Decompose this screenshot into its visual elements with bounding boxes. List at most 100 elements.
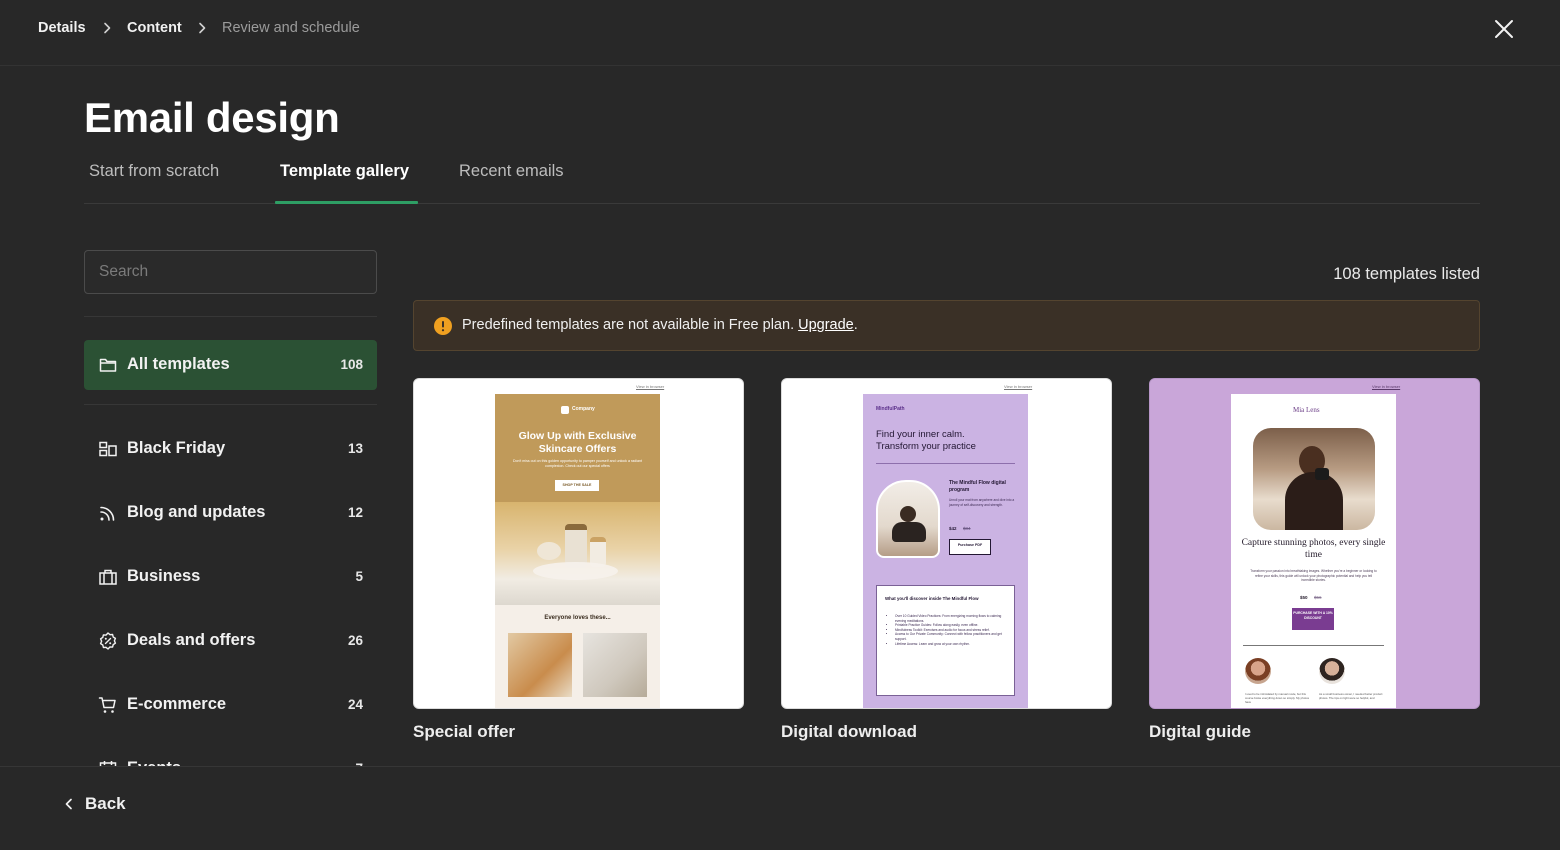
template-name: Digital guide	[1149, 722, 1251, 741]
preview-cta-button: PURCHASE WITH A 10% DISCOUNT	[1292, 608, 1334, 630]
preview-cta-button: Purchase PDF	[949, 539, 991, 555]
category-count: 13	[347, 441, 363, 456]
preview-price: $42	[949, 526, 957, 531]
brand-logo-icon	[561, 406, 569, 414]
template-card-special-offer[interactable]: View in browser Company Glow Up with Exc…	[413, 378, 744, 709]
preview-product-desc: Unroll your mat from anywhere and dive i…	[949, 498, 1015, 507]
category-label: Black Friday	[127, 439, 226, 457]
list-item: Access to Our Private Community: Connect…	[895, 632, 1009, 641]
preview-headline: Find your inner calm. Transform your pra…	[876, 429, 976, 452]
preview-list-title: What you'll discover inside The Mindful …	[885, 596, 979, 601]
category-all-templates[interactable]: All templates 108	[84, 340, 377, 390]
avatar	[1319, 658, 1345, 684]
preview-price: $50	[1300, 595, 1308, 600]
preview-headline: Glow Up with Exclusive Skincare Offers	[518, 430, 637, 455]
category-count: 5	[355, 569, 363, 584]
category-count: 24	[347, 697, 363, 712]
category-label: Deals and offers	[127, 631, 256, 649]
category-black-friday[interactable]: Black Friday 13	[84, 424, 377, 474]
divider	[876, 463, 1015, 464]
preview-section-title: Everyone loves these...	[544, 615, 611, 621]
preview-brand: Company	[572, 406, 595, 412]
view-in-browser-link: View in browser	[1372, 384, 1401, 389]
chevron-right-icon	[199, 22, 206, 34]
view-in-browser-link: View in browser	[636, 384, 665, 389]
close-icon[interactable]	[1490, 15, 1518, 43]
person-head	[900, 506, 916, 522]
template-name: Digital download	[781, 722, 917, 741]
plan-notice: Predefined templates are not available i…	[413, 300, 1480, 351]
preview-body: Don't miss out on this golden opportunit…	[513, 459, 642, 468]
preview-product: The Mindful Flow digital program	[949, 480, 1006, 493]
notice-message: Predefined templates are not available i…	[462, 317, 799, 333]
footer-bar: Back	[0, 766, 1560, 850]
product-shells	[533, 562, 618, 580]
template-name: Special offer	[413, 722, 516, 741]
preview-brand: Mia Lens	[1293, 406, 1320, 414]
active-tab-indicator	[275, 201, 418, 204]
warning-icon	[434, 317, 452, 335]
list-item: Over 10 Guided Video Practices: From ene…	[895, 614, 1009, 623]
rss-icon	[100, 506, 115, 521]
category-blog-and-updates[interactable]: Blog and updates 12	[84, 488, 377, 538]
product-photo	[876, 480, 940, 558]
category-e-commerce[interactable]: E-commerce 24	[84, 680, 377, 730]
upgrade-link[interactable]: Upgrade	[798, 317, 854, 333]
discount-icon	[99, 632, 117, 650]
person-body	[892, 522, 926, 542]
email-body: MindfulPath Find your inner calm. Transf…	[863, 394, 1028, 708]
tab-template-gallery[interactable]: Template gallery	[280, 162, 409, 181]
tab-recent-emails[interactable]: Recent emails	[459, 162, 564, 181]
email-body: Mia Lens Capture stunning photos, every …	[1231, 394, 1396, 708]
preview-body: Transform your passion into breathtaking…	[1250, 569, 1377, 583]
category-count: 108	[340, 357, 363, 372]
chevron-left-icon	[65, 798, 72, 810]
camera	[1315, 468, 1329, 480]
template-card-digital-download[interactable]: View in browser MindfulPath Find your in…	[781, 378, 1112, 709]
category-label: E-commerce	[127, 695, 227, 713]
sidebar-divider	[84, 316, 377, 317]
product-thumbnail	[508, 633, 572, 697]
product-photo	[495, 502, 660, 605]
breadcrumb-details[interactable]: Details	[38, 20, 86, 36]
category-count: 26	[347, 633, 363, 648]
preview-list: Over 10 Guided Video Practices: From ene…	[895, 614, 1009, 646]
layout-icon	[99, 441, 117, 457]
category-deals-and-offers[interactable]: Deals and offers 26	[84, 616, 377, 666]
featured-section: Everyone loves these...	[495, 605, 660, 708]
notice-text: Predefined templates are not available i…	[462, 317, 858, 333]
chevron-right-icon	[104, 22, 111, 34]
breadcrumb-content[interactable]: Content	[127, 20, 182, 36]
preview-testimonial: I used to be intimidated by manual mode,…	[1245, 692, 1309, 704]
page-title: Email design	[84, 94, 340, 141]
cart-icon	[98, 697, 116, 713]
product-jar	[537, 542, 561, 560]
category-count: 12	[347, 505, 363, 520]
person-body	[1285, 472, 1343, 530]
breadcrumb-review: Review and schedule	[222, 20, 360, 36]
category-label: All templates	[127, 355, 230, 373]
preview-cta-button: SHOP THE SALE	[555, 480, 599, 491]
preview-old-price: $84	[963, 526, 971, 531]
preview-feature-list: What you'll discover inside The Mindful …	[876, 585, 1015, 696]
divider	[1243, 645, 1384, 646]
category-label: Business	[127, 567, 201, 585]
tab-start-from-scratch[interactable]: Start from scratch	[89, 162, 219, 181]
preview-testimonial: As a small business owner, I needed bett…	[1319, 692, 1383, 700]
view-in-browser-link: View in browser	[1004, 384, 1033, 389]
list-item: Lifetime Access: Learn and grow at your …	[895, 642, 1009, 647]
folder-icon	[99, 358, 117, 372]
templates-count: 108 templates listed	[1333, 265, 1480, 283]
avatar	[1245, 658, 1271, 684]
search-input[interactable]	[84, 250, 377, 294]
product-thumbnail	[583, 633, 647, 697]
category-business[interactable]: Business 5	[84, 552, 377, 602]
top-bar: Details Content Review and schedule	[0, 0, 1560, 66]
briefcase-icon	[99, 569, 117, 585]
template-card-digital-guide[interactable]: View in browser Mia Lens Capture stunnin…	[1149, 378, 1480, 709]
back-label: Back	[85, 794, 126, 813]
category-label: Blog and updates	[127, 503, 266, 521]
sidebar-divider	[84, 404, 377, 405]
hero-section: Company Glow Up with Exclusive Skincare …	[495, 394, 660, 605]
notice-suffix: .	[853, 317, 858, 333]
